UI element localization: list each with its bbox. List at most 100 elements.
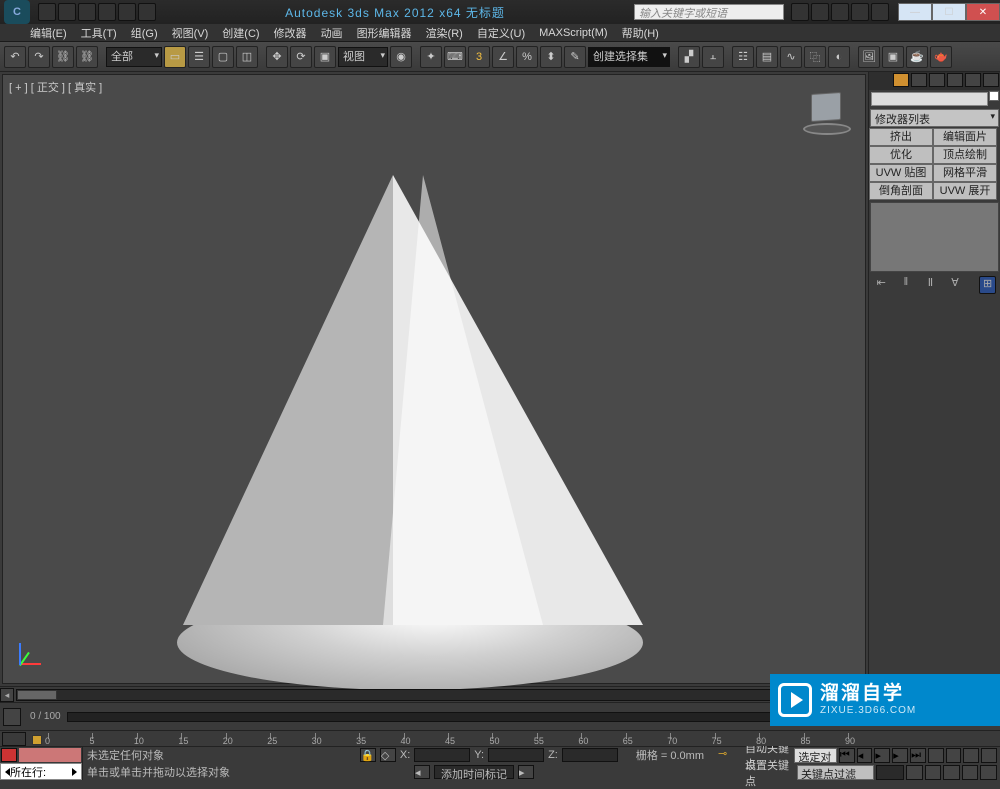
mod-edit-patch[interactable]: 编辑面片 xyxy=(933,128,997,146)
keyboard-shortcut-icon[interactable]: ⌨ xyxy=(444,46,466,68)
maxscript-mini-icon[interactable] xyxy=(1,748,17,762)
time-config-button-icon[interactable] xyxy=(906,765,923,780)
scale-icon[interactable]: ▣ xyxy=(314,46,336,68)
undo-icon[interactable]: ↶ xyxy=(4,46,26,68)
modifier-list-dropdown[interactable]: 修改器列表 xyxy=(870,109,999,127)
named-selection-dropdown[interactable]: 创建选择集 xyxy=(588,47,670,67)
time-tag-next-icon[interactable]: ▸ xyxy=(518,765,534,779)
qat-open-icon[interactable] xyxy=(58,3,76,21)
nav-orbit-icon[interactable] xyxy=(962,765,979,780)
nav-pan-icon[interactable] xyxy=(925,765,942,780)
mini-listener[interactable] xyxy=(19,748,81,762)
menu-group[interactable]: 组(G) xyxy=(131,25,158,41)
configure-sets-icon[interactable]: ⊞ xyxy=(979,276,996,294)
hscrollbar[interactable] xyxy=(16,689,852,701)
select-object-icon[interactable]: ▭ xyxy=(164,46,186,68)
qat-redo-icon[interactable] xyxy=(118,3,136,21)
nav-max-toggle-icon[interactable] xyxy=(980,765,997,780)
isolate-icon[interactable]: ◇ xyxy=(380,748,396,762)
menu-create[interactable]: 创建(C) xyxy=(222,25,259,41)
goto-end-icon[interactable]: ⏭ xyxy=(910,748,926,763)
subscription-icon[interactable] xyxy=(811,3,829,21)
redo-icon[interactable]: ↷ xyxy=(28,46,50,68)
curve-editor-icon[interactable]: ∿ xyxy=(780,46,802,68)
menu-edit[interactable]: 编辑(E) xyxy=(30,25,67,41)
edit-named-sel-icon[interactable]: ✎ xyxy=(564,46,586,68)
object-name-input[interactable] xyxy=(871,92,988,106)
percent-snap-icon[interactable]: % xyxy=(516,46,538,68)
favorite-icon[interactable] xyxy=(851,3,869,21)
mod-optimize[interactable]: 优化 xyxy=(869,146,933,164)
qat-undo-icon[interactable] xyxy=(98,3,116,21)
menu-graph[interactable]: 图形编辑器 xyxy=(357,25,412,41)
time-tag-prev-icon[interactable]: ◂ xyxy=(414,765,430,779)
rotate-icon[interactable]: ⟳ xyxy=(290,46,312,68)
tab-display-icon[interactable] xyxy=(965,73,981,87)
render-icon[interactable]: ☕ xyxy=(906,46,928,68)
minimize-button[interactable]: ― xyxy=(898,3,932,21)
show-end-result-icon[interactable]: ‖ xyxy=(898,276,915,294)
viewport[interactable]: [ + ] [ 正交 ] [ 真实 ] xyxy=(2,74,866,684)
next-frame-icon[interactable]: ▸ xyxy=(892,748,908,763)
rect-select-icon[interactable]: ▢ xyxy=(212,46,234,68)
nav-zoom-all-icon[interactable] xyxy=(946,748,962,763)
align-icon[interactable]: ⫠ xyxy=(702,46,724,68)
qat-new-icon[interactable] xyxy=(38,3,56,21)
unlink-icon[interactable]: ⛓ xyxy=(76,46,98,68)
menu-render[interactable]: 渲染(R) xyxy=(426,25,463,41)
maximize-button[interactable]: ☐ xyxy=(932,3,966,21)
make-unique-icon[interactable]: Ⅱ xyxy=(922,276,939,294)
goto-start-icon[interactable]: ⏮ xyxy=(839,748,855,763)
add-time-tag[interactable]: 添加时间标记 xyxy=(434,765,514,779)
play-icon[interactable]: ▸ xyxy=(874,748,890,763)
window-crossing-icon[interactable]: ◫ xyxy=(236,46,258,68)
rendered-frame-icon[interactable]: ▣ xyxy=(882,46,904,68)
angle-snap-icon[interactable]: ∠ xyxy=(492,46,514,68)
current-frame-input[interactable] xyxy=(876,765,904,780)
qat-more-icon[interactable] xyxy=(138,3,156,21)
cone-object[interactable] xyxy=(183,175,653,715)
help-icon[interactable] xyxy=(871,3,889,21)
viewport-label[interactable]: [ + ] [ 正交 ] [ 真实 ] xyxy=(9,79,102,95)
menu-customize[interactable]: 自定义(U) xyxy=(477,25,525,41)
time-config-icon[interactable] xyxy=(3,708,21,726)
setkey-button[interactable]: 设置关键点 xyxy=(745,757,795,789)
ref-coord-dropdown[interactable]: 视图 xyxy=(338,47,388,67)
tab-modify-icon[interactable] xyxy=(911,73,927,87)
pin-stack-icon[interactable]: ⇤ xyxy=(873,276,890,294)
select-by-name-icon[interactable]: ☰ xyxy=(188,46,210,68)
track-bar-icon[interactable] xyxy=(2,732,26,746)
time-slider[interactable] xyxy=(67,712,868,722)
close-button[interactable]: ✕ xyxy=(966,3,1000,21)
object-color-swatch[interactable] xyxy=(989,91,999,101)
mod-vertex-paint[interactable]: 顶点绘制 xyxy=(933,146,997,164)
remove-modifier-icon[interactable]: ∀ xyxy=(947,276,964,294)
pivot-icon[interactable]: ◉ xyxy=(390,46,412,68)
app-logo-icon[interactable]: C xyxy=(4,0,30,24)
viewcube[interactable] xyxy=(803,91,851,135)
material-editor-icon[interactable]: ◐ xyxy=(828,46,850,68)
selected-obj-field[interactable]: 选定对象 xyxy=(794,748,836,763)
menu-maxscript[interactable]: MAXScript(M) xyxy=(539,27,607,39)
menu-tools[interactable]: 工具(T) xyxy=(81,25,117,41)
lock-selection-icon[interactable]: 🔒 xyxy=(360,748,376,762)
nav-fov-icon[interactable] xyxy=(963,748,979,763)
select-manipulate-icon[interactable]: ✦ xyxy=(420,46,442,68)
layer-manager-icon[interactable]: ☷ xyxy=(732,46,754,68)
key-marker-icon[interactable] xyxy=(32,735,42,745)
menu-animation[interactable]: 动画 xyxy=(321,25,343,41)
link-icon[interactable]: ⛓ xyxy=(52,46,74,68)
graphite-ribbon-icon[interactable]: ▤ xyxy=(756,46,778,68)
prev-frame-icon[interactable]: ◂ xyxy=(857,748,873,763)
mod-meshsmooth[interactable]: 网格平滑 xyxy=(933,164,997,182)
key-filters-button[interactable]: 关键点过滤器... xyxy=(797,765,874,780)
menu-views[interactable]: 视图(V) xyxy=(172,25,209,41)
mod-bevel-profile[interactable]: 倒角剖面 xyxy=(869,182,933,200)
move-icon[interactable]: ✥ xyxy=(266,46,288,68)
mirror-icon[interactable]: ▞ xyxy=(678,46,700,68)
mod-uvw-map[interactable]: UVW 贴图 xyxy=(869,164,933,182)
mod-extrude[interactable]: 挤出 xyxy=(869,128,933,146)
tab-create-icon[interactable] xyxy=(893,73,909,87)
schematic-view-icon[interactable]: ⿻ xyxy=(804,46,826,68)
coord-x-input[interactable] xyxy=(414,748,470,762)
